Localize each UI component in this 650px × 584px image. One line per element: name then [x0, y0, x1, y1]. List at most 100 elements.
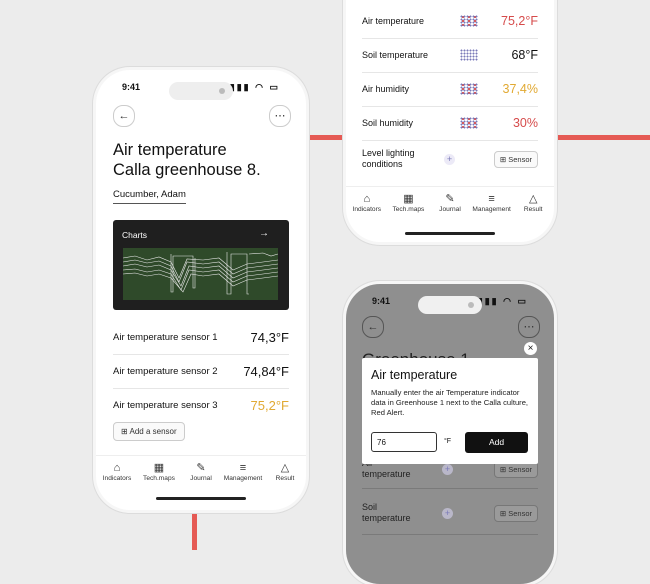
charts-label: Charts: [122, 230, 148, 240]
unit-label: °F: [444, 438, 452, 445]
sensor-value: 75,2°F: [250, 397, 289, 413]
row-name: Soil temperature: [362, 502, 442, 524]
dot-pattern-icon: [460, 117, 478, 129]
row-line1: Soil: [362, 502, 378, 512]
back-button[interactable]: ←: [362, 316, 384, 338]
add-button-label: Add: [488, 437, 505, 447]
plus-square-icon: ⊞: [121, 427, 128, 436]
plus-square-icon: ⊞: [499, 464, 507, 474]
row-line2: temperature: [362, 513, 411, 523]
close-dialog-button[interactable]: ×: [524, 342, 537, 355]
temperature-input[interactable]: 76: [371, 432, 437, 452]
tab-label: Management: [223, 475, 263, 482]
tab-label: Tech.maps: [143, 475, 175, 482]
crop-subtitle[interactable]: Cucumber, Adam: [113, 189, 186, 204]
indicator-row-air-humidity[interactable]: Air humidity 37,4%: [362, 72, 538, 107]
indicator-row-lighting[interactable]: Level lighting conditions + ⊞ Sensor: [362, 140, 538, 178]
indicator-row-soil-humidity[interactable]: Soil humidity 30%: [362, 106, 538, 141]
crop-subtitle-text: Cucumber, Adam: [113, 189, 186, 200]
tab-journal[interactable]: ✎ Journal: [429, 187, 471, 227]
sensor-button-label: Sensor: [508, 508, 532, 518]
tab-label: Management: [472, 206, 511, 213]
dialog-title: Air temperature: [371, 368, 458, 382]
tab-label: Result: [523, 206, 543, 213]
phone-greenhouse: 9:41 ▮▮▮ ◠ ▭ ← ⋯ Greenhouse 1 Air temper…: [346, 284, 554, 584]
dot-pattern-icon: [460, 83, 478, 95]
indicator-name: Air temperature: [362, 16, 425, 26]
tab-indicators[interactable]: ⌂ Indicators: [96, 456, 138, 496]
close-icon: ×: [527, 343, 534, 354]
temperature-chart: [123, 248, 278, 300]
indicator-row-air-temperature[interactable]: Air temperature 75,2°F: [362, 4, 538, 39]
add-sensor-button[interactable]: ⊞ Add a sensor: [113, 422, 185, 441]
more-button[interactable]: ⋯: [518, 316, 540, 338]
tab-label: Journal: [439, 206, 461, 213]
connector-line: [555, 135, 650, 140]
bg-row-soil-temperature[interactable]: Soil temperature + ⊞ Sensor: [362, 492, 538, 535]
plus-icon[interactable]: +: [442, 463, 453, 475]
home-indicator: [405, 232, 495, 235]
sensor-name: Air temperature sensor 2: [113, 365, 218, 377]
status-icons: ▮▮▮ ◠ ▭: [477, 296, 528, 306]
home-indicator: [156, 497, 246, 500]
tab-tech-maps[interactable]: ▦ Tech.maps: [388, 187, 430, 227]
status-time: 9:41: [372, 296, 391, 306]
plus-icon[interactable]: +: [444, 153, 455, 165]
status-time: 9:41: [122, 82, 141, 92]
indicator-name: Soil humidity: [362, 118, 414, 128]
tab-label: Tech.maps: [392, 206, 425, 213]
tab-result[interactable]: △ Result: [264, 456, 306, 496]
row-line2: temperature: [362, 469, 411, 479]
connector-line: [192, 512, 197, 550]
indicator-value: 30%: [512, 116, 538, 130]
page-title-line2: Calla greenhouse 8.: [113, 161, 261, 179]
add-button[interactable]: Add: [465, 432, 528, 453]
charts-card[interactable]: Charts →: [113, 220, 289, 310]
chart-icon: △: [528, 193, 538, 205]
tab-indicators[interactable]: ⌂ Indicators: [346, 187, 388, 227]
sensor-value: 74,84°F: [243, 363, 289, 379]
indicator-name: Level lighting conditions: [362, 148, 444, 170]
sensor-row-3[interactable]: Air temperature sensor 3 75,2°F: [113, 388, 289, 422]
home-icon: ⌂: [363, 193, 371, 205]
tab-label: Journal: [190, 475, 212, 482]
sensor-button[interactable]: ⊞ Sensor: [493, 504, 538, 522]
dialog-body: Manually enter the air Temperature indic…: [371, 388, 529, 417]
tab-journal[interactable]: ✎ Journal: [180, 456, 222, 496]
more-icon: ⋯: [523, 321, 535, 333]
bottom-tab-bar: ⌂ Indicators ▦ Tech.maps ✎ Journal ≡ Managem…: [96, 455, 306, 496]
plus-icon[interactable]: +: [442, 507, 453, 519]
home-icon: ⌂: [113, 462, 121, 474]
back-button[interactable]: ←: [113, 105, 135, 127]
back-arrow-icon: ←: [118, 110, 130, 122]
tab-management[interactable]: ≡ Management: [471, 187, 513, 227]
add-sensor-label: Add a sensor: [129, 427, 177, 436]
sensor-row-2[interactable]: Air temperature sensor 2 74,84°F: [113, 354, 289, 389]
arrow-right-icon: →: [259, 228, 269, 239]
indicator-row-soil-temperature[interactable]: Soil temperature 68°F: [362, 38, 538, 73]
map-icon: ▦: [403, 193, 414, 205]
tab-management[interactable]: ≡ Management: [222, 456, 264, 496]
journal-icon: ✎: [196, 462, 206, 474]
indicator-value: 37,4%: [502, 82, 538, 96]
lighting-line2: conditions: [362, 159, 403, 169]
lighting-line1: Level lighting: [362, 148, 415, 158]
indicator-value: 68°F: [511, 48, 538, 62]
chart-icon: △: [280, 462, 290, 474]
indicator-name: Soil temperature: [362, 50, 429, 60]
sensor-row-1[interactable]: Air temperature sensor 1 74,3°F: [113, 320, 289, 355]
tab-label: Result: [275, 475, 295, 482]
more-button[interactable]: ⋯: [269, 105, 291, 127]
phone-indicators: Air temperature 75,2°F Soil temperature …: [346, 0, 554, 242]
plus-square-icon: ⊞: [499, 154, 507, 164]
manual-entry-dialog: Air temperature Manually enter the air T…: [362, 358, 538, 464]
temperature-input-value: 76: [377, 438, 386, 447]
status-icons: ▮▮▮ ◠ ▭: [229, 82, 280, 92]
dot-pattern-icon: [460, 49, 478, 61]
sensor-name: Air temperature sensor 3: [113, 399, 218, 411]
page-title-line1: Air temperature: [113, 141, 227, 159]
tab-tech-maps[interactable]: ▦ Tech.maps: [138, 456, 180, 496]
dynamic-island: [418, 296, 482, 314]
tab-result[interactable]: △ Result: [512, 187, 554, 227]
sensor-button[interactable]: ⊞ Sensor: [493, 150, 538, 168]
